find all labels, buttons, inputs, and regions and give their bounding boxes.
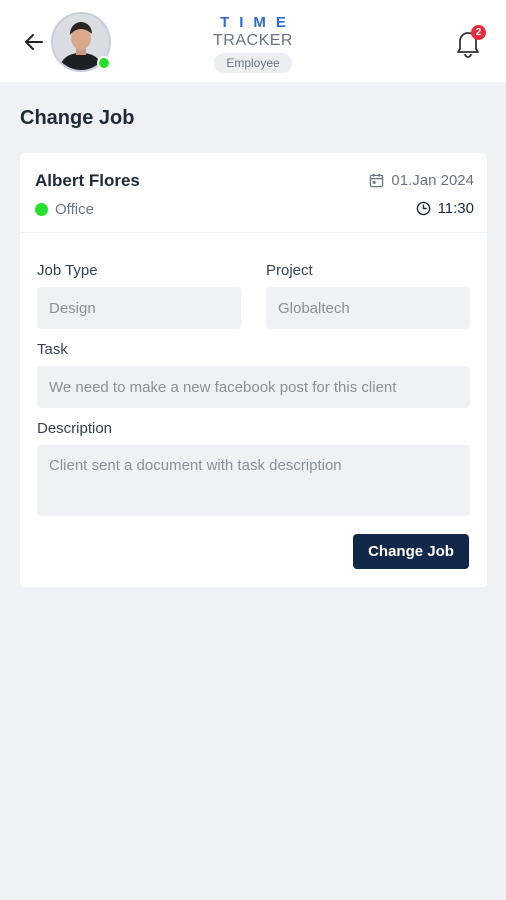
employee-summary: Albert Flores Office 01.Jan 2024 11:30 [20, 153, 487, 233]
change-job-card: Albert Flores Office 01.Jan 2024 11:30 J… [20, 153, 487, 587]
top-bar: TIME TRACKER Employee 2 [0, 0, 506, 82]
employee-name: Albert Flores [35, 171, 140, 190]
brand-tracker-text: TRACKER [213, 32, 293, 49]
online-status-dot [97, 56, 111, 70]
description-label: Description [37, 420, 113, 437]
time-row: 11:30 [416, 200, 474, 217]
brand-time-text: TIME [220, 14, 296, 31]
role-badge: Employee [214, 53, 292, 73]
time-value: 11:30 [437, 200, 474, 217]
status-label: Office [55, 201, 94, 218]
page-title: Change Job [20, 107, 135, 129]
task-input[interactable]: We need to make a new facebook post for … [37, 366, 470, 408]
project-label: Project [266, 262, 313, 279]
date-value: 01.Jan 2024 [391, 172, 474, 189]
description-textarea[interactable]: Client sent a document with task descrip… [37, 445, 470, 516]
project-select[interactable]: Globaltech [266, 287, 470, 329]
date-row: 01.Jan 2024 [369, 172, 474, 189]
clock-icon [416, 201, 430, 216]
change-job-button[interactable]: Change Job [353, 534, 469, 569]
work-status: Office [35, 201, 94, 218]
notification-count-badge: 2 [471, 25, 486, 40]
status-dot [35, 203, 48, 216]
job-type-label: Job Type [37, 262, 98, 279]
notifications-button[interactable]: 2 [454, 25, 486, 60]
app-logo: TIME TRACKER Employee [203, 14, 303, 73]
task-label: Task [37, 341, 68, 358]
arrow-left-icon [25, 34, 43, 50]
back-button[interactable] [18, 26, 50, 58]
avatar[interactable] [51, 12, 111, 72]
job-type-select[interactable]: Design [37, 287, 241, 329]
calendar-icon [370, 173, 384, 188]
